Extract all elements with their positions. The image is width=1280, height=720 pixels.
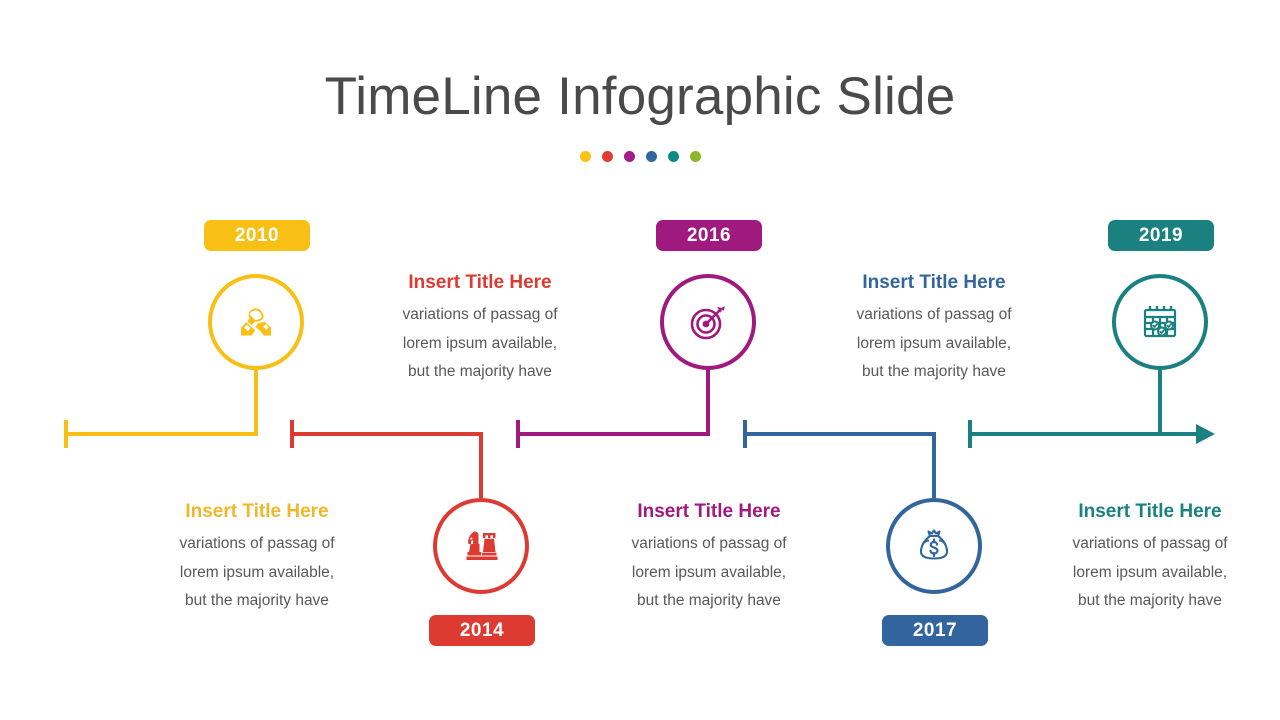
dot-red-icon bbox=[601, 151, 613, 162]
dot-teal-icon bbox=[667, 151, 679, 162]
dot-amber-icon bbox=[579, 151, 591, 162]
year-badge-2014[interactable]: 2014 bbox=[429, 615, 535, 646]
year-label-2016: 2016 bbox=[686, 224, 732, 246]
body-line: lorem ipsum available, bbox=[1072, 563, 1228, 581]
body-line: variations of passag of bbox=[402, 306, 558, 323]
page-title: TimeLine Infographic Slide bbox=[324, 67, 956, 126]
body-line: variations of passag of bbox=[179, 535, 335, 552]
text-block-body: variations of passag of lorem ipsum avai… bbox=[1035, 530, 1265, 616]
year-label-2010: 2010 bbox=[234, 224, 280, 246]
text-block-body: variations of passag of lorem ipsum avai… bbox=[594, 530, 824, 616]
dot-green-icon bbox=[689, 151, 701, 162]
dot-blue-icon bbox=[645, 151, 657, 162]
body-line: lorem ipsum available, bbox=[856, 334, 1012, 352]
text-block-title: Insert Title Here bbox=[185, 501, 329, 522]
text-block-body: variations of passag of lorem ipsum avai… bbox=[365, 301, 595, 387]
milestone-circle-2014[interactable] bbox=[433, 498, 529, 594]
year-badge-2010[interactable]: 2010 bbox=[204, 220, 310, 251]
body-line: lorem ipsum available, bbox=[402, 334, 558, 352]
text-block-top-right: Insert Title Here variations of passag o… bbox=[819, 272, 1049, 387]
calendar-check-icon bbox=[1143, 306, 1177, 338]
body-line: variations of passag of bbox=[856, 306, 1012, 323]
timeline-infographic-slide: TimeLine Infographic Slide 2010 2016 201… bbox=[0, 0, 1280, 720]
text-block-bottom-center: Insert Title Here variations of passag o… bbox=[594, 501, 824, 616]
year-badge-2016[interactable]: 2016 bbox=[656, 220, 762, 251]
year-label-2017: 2017 bbox=[912, 619, 958, 641]
segment-red bbox=[290, 420, 483, 498]
target-dart-icon bbox=[690, 306, 725, 340]
money-bag-icon bbox=[919, 529, 949, 560]
body-line: variations of passag of bbox=[631, 535, 787, 552]
body-line: but the majority have bbox=[185, 592, 329, 609]
text-block-title: Insert Title Here bbox=[637, 501, 781, 522]
body-line: variations of passag of bbox=[1072, 535, 1228, 552]
text-block-body: variations of passag of lorem ipsum avai… bbox=[819, 301, 1049, 387]
year-badge-2017[interactable]: 2017 bbox=[882, 615, 988, 646]
chess-pieces-icon bbox=[466, 531, 498, 560]
text-block-bottom-left: Insert Title Here variations of passag o… bbox=[142, 501, 372, 616]
segment-blue bbox=[743, 420, 936, 498]
year-badge-2019[interactable]: 2019 bbox=[1108, 220, 1214, 251]
text-block-bottom-right: Insert Title Here variations of passag o… bbox=[1035, 501, 1265, 616]
body-line: but the majority have bbox=[408, 363, 552, 380]
milestone-circle-2010[interactable] bbox=[208, 274, 304, 370]
text-block-title: Insert Title Here bbox=[1078, 501, 1222, 522]
body-line: but the majority have bbox=[637, 592, 781, 609]
body-line: lorem ipsum available, bbox=[179, 563, 335, 581]
arrow-head-icon bbox=[1196, 424, 1215, 444]
year-label-2019: 2019 bbox=[1138, 224, 1184, 246]
body-line: but the majority have bbox=[862, 363, 1006, 380]
header-dot-row bbox=[0, 151, 1280, 162]
dot-magenta-icon bbox=[623, 151, 635, 162]
body-line: lorem ipsum available, bbox=[631, 563, 787, 581]
milestone-circle-2019[interactable] bbox=[1112, 274, 1208, 370]
text-block-title: Insert Title Here bbox=[862, 272, 1006, 293]
segment-amber bbox=[64, 370, 258, 448]
body-line: but the majority have bbox=[1078, 592, 1222, 609]
milestone-circle-2016[interactable] bbox=[660, 274, 756, 370]
text-block-top-left: Insert Title Here variations of passag o… bbox=[365, 272, 595, 387]
year-label-2014: 2014 bbox=[459, 619, 505, 641]
text-block-title: Insert Title Here bbox=[408, 272, 552, 293]
text-block-body: variations of passag of lorem ipsum avai… bbox=[142, 530, 372, 616]
handshake-icon bbox=[241, 308, 271, 336]
milestone-circle-2017[interactable] bbox=[886, 498, 982, 594]
